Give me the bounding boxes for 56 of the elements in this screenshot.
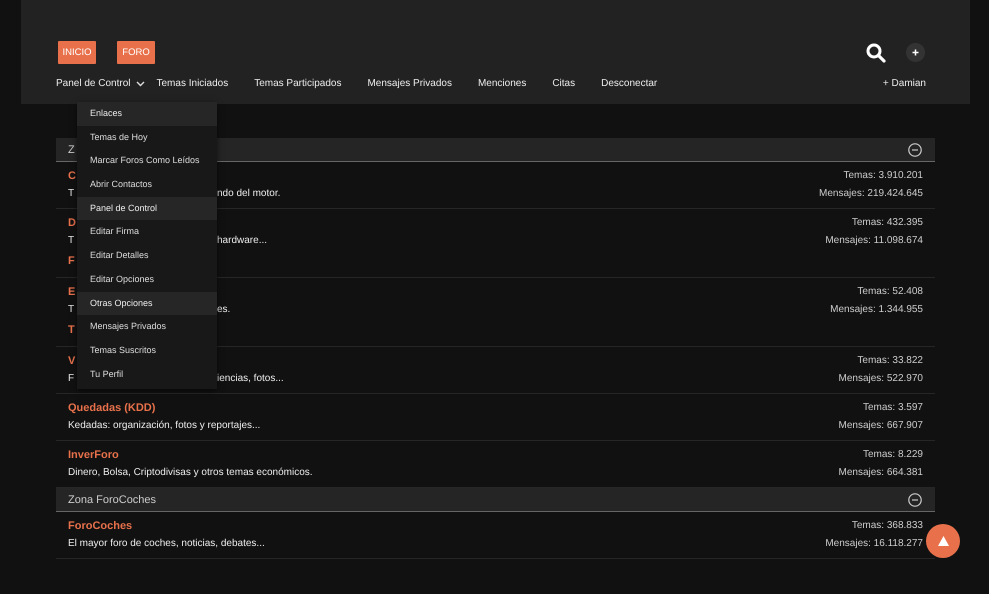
section-title: Zona ForoCoches: [68, 494, 156, 506]
forum-description: T: [68, 188, 74, 199]
menu-item[interactable]: Editar Firma: [77, 220, 217, 244]
add-icon[interactable]: [906, 43, 925, 62]
user-link[interactable]: + Damian: [882, 78, 926, 89]
forum-title[interactable]: ForoCoches: [68, 517, 265, 535]
forum-description: F: [68, 373, 74, 384]
collapse-icon[interactable]: [908, 492, 922, 506]
message-count: Mensajes: 1.344.955: [830, 303, 923, 317]
topic-count: Temas: 33.822: [857, 354, 923, 368]
forum-title[interactable]: Quedadas (KDD): [68, 399, 260, 417]
menu-item[interactable]: Abrir Contactos: [77, 173, 217, 197]
nav-link[interactable]: Desconectar: [601, 78, 658, 89]
nav-link[interactable]: Citas: [552, 78, 576, 89]
forum-description: T: [68, 235, 74, 246]
menu-item[interactable]: Mensajes Privados: [77, 315, 217, 339]
message-count: Mensajes: 16.118.277: [825, 537, 923, 551]
topic-count: Temas: 3.910.201: [844, 169, 923, 183]
message-count: Mensajes: 11.098.674: [825, 234, 923, 248]
forum-description: es.: [217, 303, 230, 317]
message-count: Mensajes: 667.907: [838, 419, 923, 433]
section-title: Z: [68, 144, 75, 156]
topic-count: Temas: 3.597: [862, 401, 923, 415]
menu-item[interactable]: Temas de Hoy: [77, 126, 217, 150]
menu-item[interactable]: Panel de Control: [77, 196, 217, 220]
forum-description: iencias, fotos...: [217, 372, 284, 386]
forum-description: El mayor foro de coches, noticias, debates...: [68, 537, 265, 551]
nav-link[interactable]: Temas Iniciados: [156, 78, 228, 89]
topic-count: Temas: 368.833: [852, 519, 923, 533]
menu-item[interactable]: Enlaces: [77, 102, 217, 126]
forum-description: Dinero, Bolsa, Criptodivisas y otros temas económicos.: [68, 466, 313, 480]
menu-item[interactable]: Editar Opciones: [77, 268, 217, 292]
topic-count: Temas: 52.408: [857, 285, 923, 299]
topic-count: Temas: 8.229: [862, 448, 923, 462]
menu-item[interactable]: Tu Perfil: [77, 362, 217, 386]
forum-description: T: [68, 304, 74, 315]
nav-link[interactable]: Mensajes Privados: [367, 78, 452, 89]
nav-link[interactable]: Temas Participados: [254, 78, 342, 89]
forum-description: Kedadas: organización, fotos y reportajes...: [68, 419, 260, 433]
message-count: Mensajes: 219.424.645: [819, 187, 923, 201]
triangle-icon: [938, 536, 948, 546]
topic-count: Temas: 432.395: [852, 216, 923, 230]
menu-item[interactable]: Marcar Foros Como Leídos: [77, 149, 217, 174]
message-count: Mensajes: 664.381: [838, 466, 923, 480]
menu-item[interactable]: Otras Opciones: [77, 292, 217, 316]
nav-link[interactable]: Panel de Control: [56, 78, 144, 89]
forum-description: ndo del motor.: [217, 187, 280, 201]
scroll-top-button[interactable]: [926, 524, 960, 558]
menu-item[interactable]: Temas Suscritos: [77, 338, 217, 363]
forum-title[interactable]: InverForo: [68, 446, 313, 464]
forum-description: hardware...: [217, 234, 268, 248]
collapse-icon[interactable]: [908, 142, 922, 156]
message-count: Mensajes: 522.970: [838, 372, 923, 386]
nav-link[interactable]: Menciones: [478, 78, 526, 89]
menu-item[interactable]: Editar Detalles: [77, 244, 217, 268]
search-icon[interactable]: [866, 42, 886, 62]
